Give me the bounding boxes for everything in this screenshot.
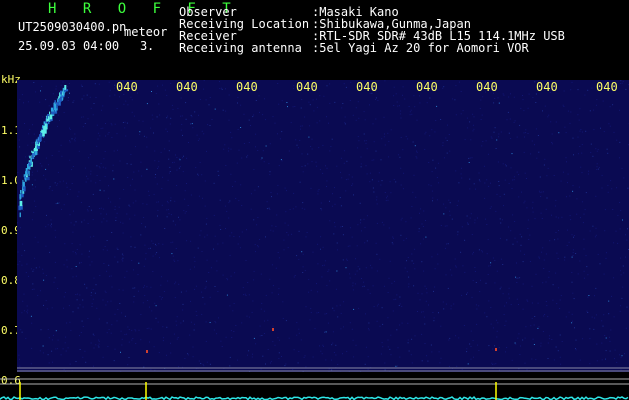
x-tick-4: 040 [296,80,318,94]
antenna-value: :5el Yagi Az 20 for Aomori VOR [312,41,529,55]
x-tick-7: 040 [476,80,498,94]
ping-3 [272,328,274,331]
antenna-label: Receiving antenna [179,41,302,55]
ping-2 [495,348,497,351]
x-tick-9: 040 [596,80,618,94]
file-type: meteor [124,25,168,39]
x-tick-1: 040 [116,80,138,94]
x-tick-5: 040 [356,80,378,94]
count-ellipsis: . [147,39,155,53]
x-tick-8: 040 [536,80,558,94]
file-name: UT2509030400.pn [18,20,127,34]
date-time: 25.09.03 04:00 [18,39,120,53]
x-tick-6: 040 [416,80,438,94]
noise-speckle-layer [17,80,629,372]
x-tick-3: 040 [236,80,258,94]
x-tick-2: 040 [176,80,198,94]
ping-1 [146,350,148,353]
signal-level-trace [0,395,629,400]
signal-level-strip [0,378,629,400]
doppler-trace [18,85,69,218]
spectrogram-panel [17,80,629,372]
spectrogram [17,80,629,372]
